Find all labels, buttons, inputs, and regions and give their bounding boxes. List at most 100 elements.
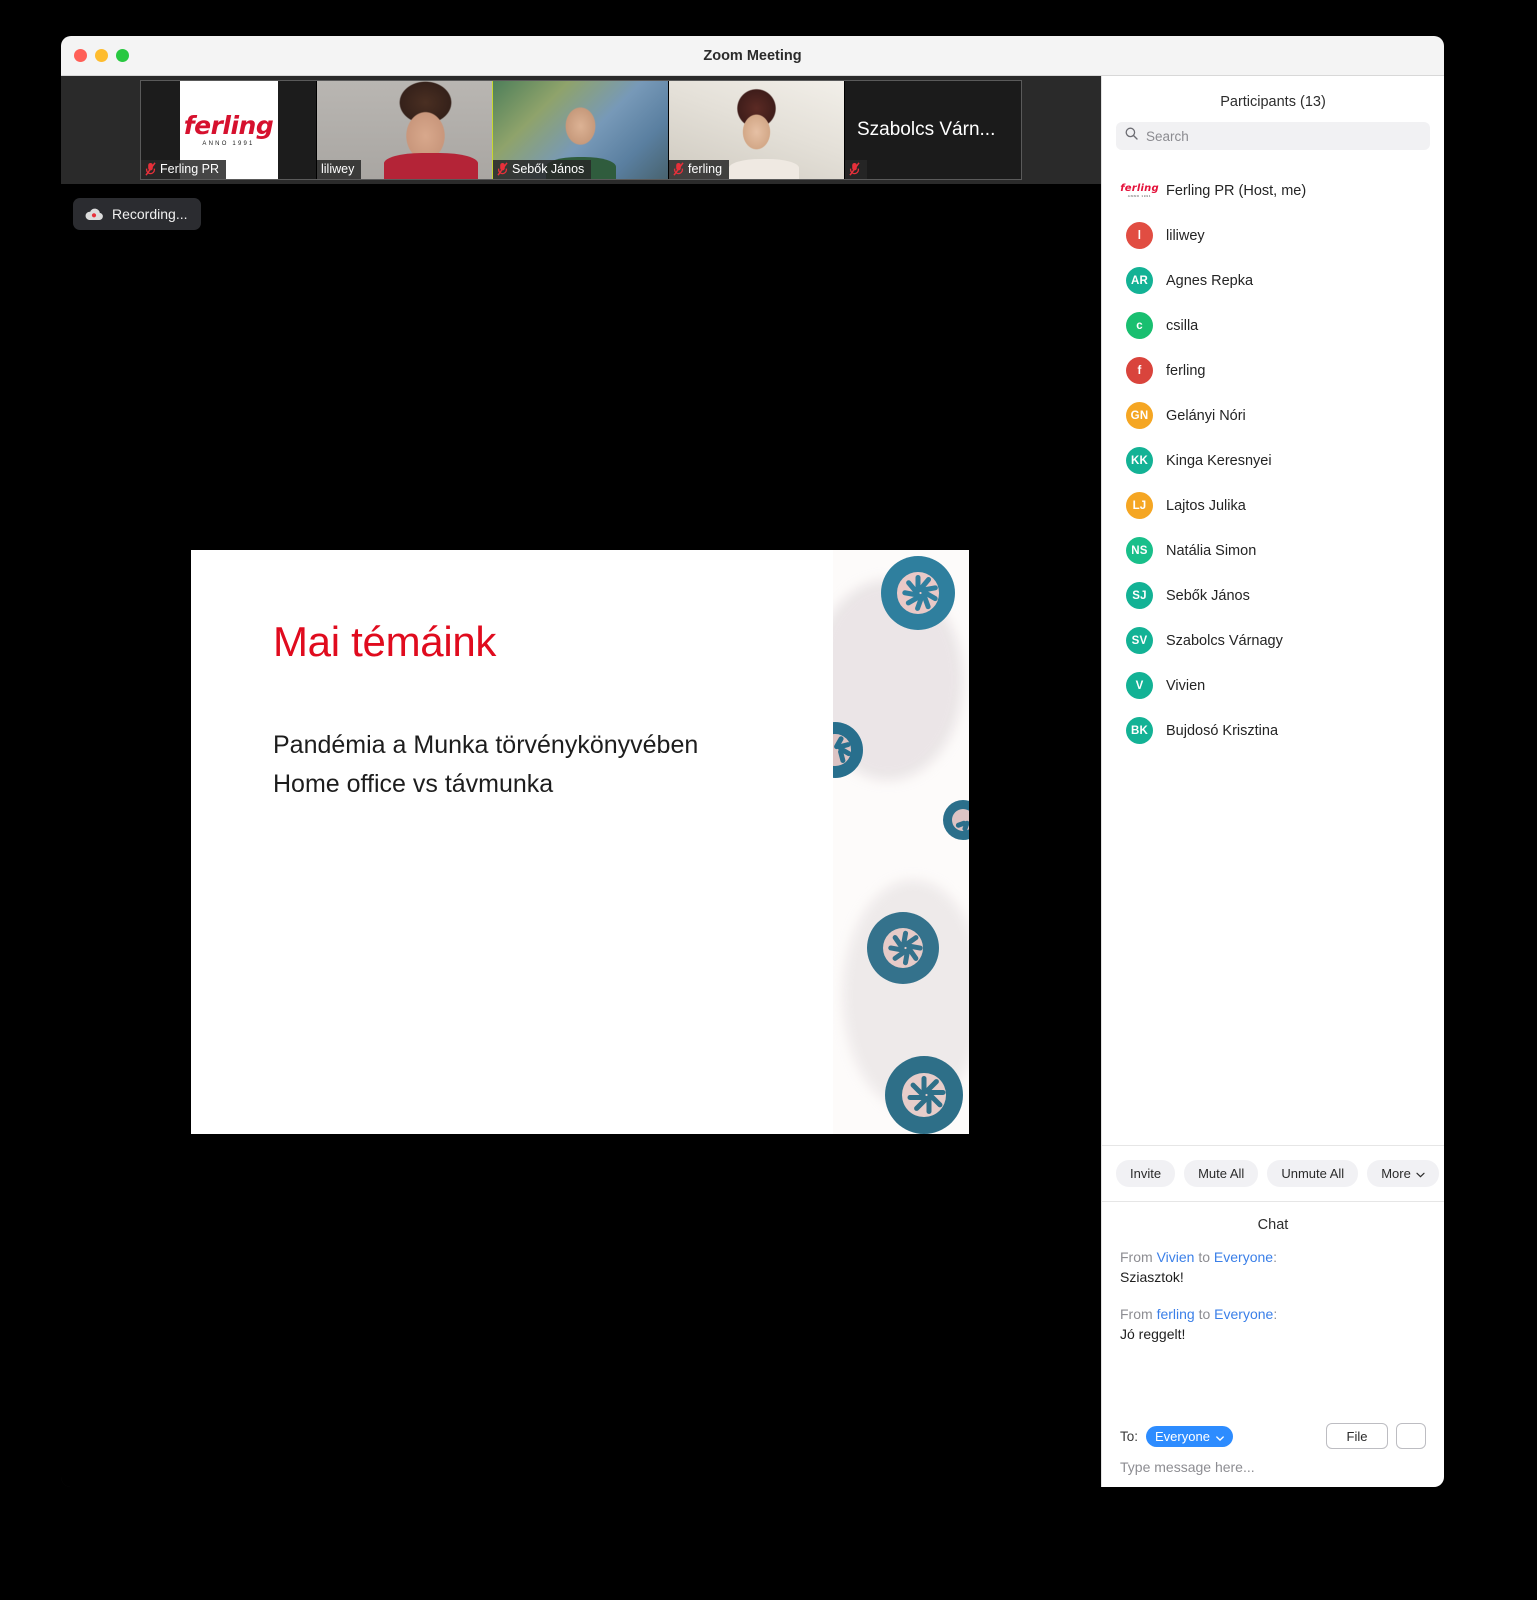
- chat-from-prefix: From: [1120, 1249, 1157, 1265]
- participant-name: Natália Simon: [1166, 542, 1257, 559]
- chat-recipient-value: Everyone: [1155, 1428, 1210, 1444]
- video-tile-sebok-janos[interactable]: Sebők János: [493, 81, 669, 179]
- more-button-label: More: [1381, 1166, 1411, 1181]
- participant-name: Agnes Repka: [1166, 272, 1254, 289]
- tile-label-sebok-janos: Sebők János: [493, 160, 592, 179]
- ferling-logo-wordmark: ferling: [1120, 182, 1159, 194]
- avatar: LJ: [1126, 492, 1153, 519]
- slide-line: Home office vs távmunka: [273, 769, 554, 798]
- participants-actions-bar: Invite Mute All Unmute All More: [1102, 1145, 1444, 1201]
- chat-message-header: From Vivien to Everyone:: [1120, 1247, 1426, 1267]
- emoji-picker-button[interactable]: [1396, 1423, 1426, 1449]
- participant-name: Bujdosó Krisztina: [1166, 722, 1279, 739]
- ferling-logo-tagline: ANNO 1991: [1127, 193, 1152, 198]
- send-file-button[interactable]: File: [1326, 1423, 1388, 1449]
- participant-row-bujdoso-krisztina[interactable]: BK Bujdosó Krisztina: [1102, 708, 1444, 753]
- participant-name: Szabolcs Várnagy: [1166, 632, 1283, 649]
- chat-message-header: From ferling to Everyone:: [1120, 1304, 1426, 1324]
- tile-label-ferling: ferling: [669, 160, 730, 179]
- tile-label-szabolcs-varnagy: [845, 160, 867, 179]
- participant-name: ferling: [1166, 362, 1206, 379]
- avatar: ferling ANNO 1991: [1120, 177, 1158, 204]
- participant-name: Vivien: [1166, 677, 1206, 694]
- participant-row-sebok-janos[interactable]: SJ Sebők János: [1102, 573, 1444, 618]
- participant-name: Sebők János: [1166, 587, 1250, 604]
- minimize-window-button[interactable]: [95, 49, 108, 62]
- chevron-down-icon: [1216, 1429, 1224, 1444]
- participant-name: csilla: [1166, 317, 1199, 334]
- participant-row-ferling[interactable]: f ferling: [1102, 348, 1444, 393]
- avatar: AR: [1126, 267, 1153, 294]
- participant-name: liliwey: [1166, 227, 1205, 244]
- participant-row-csilla[interactable]: c csilla: [1102, 303, 1444, 348]
- avatar: BK: [1126, 717, 1153, 744]
- chat-message-body: Jó reggelt!: [1120, 1325, 1186, 1342]
- tile-label-liliwey: liliwey: [317, 160, 362, 179]
- video-tile-ferling-pr[interactable]: ferling ANNO 1991 Ferling PR: [141, 81, 317, 179]
- avatar: KK: [1126, 447, 1153, 474]
- avatar: SV: [1126, 627, 1153, 654]
- chat-message-input[interactable]: [1120, 1453, 1426, 1475]
- video-tile-liliwey[interactable]: liliwey: [317, 81, 493, 179]
- chat-recipient-selector[interactable]: Everyone: [1146, 1425, 1233, 1447]
- avatar: c: [1126, 312, 1153, 339]
- chat-sender[interactable]: ferling: [1157, 1306, 1195, 1322]
- participant-row-natalia-simon[interactable]: NS Natália Simon: [1102, 528, 1444, 573]
- recording-label: Recording...: [112, 206, 188, 222]
- avatar: l: [1126, 222, 1153, 249]
- video-tile-ferling[interactable]: ferling: [669, 81, 845, 179]
- tile-name-text: Sebők János: [512, 162, 585, 176]
- window-titlebar: Zoom Meeting: [61, 36, 1444, 76]
- mic-muted-icon: [497, 162, 508, 176]
- close-window-button[interactable]: [74, 49, 87, 62]
- search-input[interactable]: [1146, 128, 1421, 144]
- window-body: ferling ANNO 1991 Ferling PR liliwey Seb…: [61, 76, 1444, 1487]
- more-button[interactable]: More: [1367, 1160, 1439, 1187]
- participant-row-lajtos-julika[interactable]: LJ Lajtos Julika: [1102, 483, 1444, 528]
- participant-row-ferling-pr[interactable]: ferling ANNO 1991 Ferling PR (Host, me): [1102, 168, 1444, 213]
- chat-colon: :: [1273, 1305, 1278, 1322]
- chat-message: From Vivien to Everyone: Sziasztok!: [1120, 1247, 1426, 1288]
- avatar: NS: [1126, 537, 1153, 564]
- chevron-down-icon: [1416, 1166, 1425, 1181]
- mic-muted-icon: [849, 162, 860, 176]
- filmstrip-tiles: ferling ANNO 1991 Ferling PR liliwey Seb…: [140, 80, 1022, 180]
- chat-compose-toolbar: To: Everyone File: [1120, 1419, 1426, 1453]
- chat-message-list: From Vivien to Everyone: Sziasztok! From…: [1102, 1247, 1444, 1419]
- tile-label-ferling-pr: Ferling PR: [141, 160, 227, 179]
- chat-to-label: To:: [1120, 1428, 1139, 1444]
- chat-recipient[interactable]: Everyone: [1214, 1306, 1273, 1322]
- slide-line: Pandémia a Munka törvénykönyvében: [273, 731, 699, 759]
- participants-search-wrap: [1102, 122, 1444, 160]
- mute-all-button[interactable]: Mute All: [1184, 1160, 1259, 1187]
- chat-sender[interactable]: Vivien: [1157, 1249, 1195, 1265]
- chat-compose-area: To: Everyone File: [1102, 1419, 1444, 1487]
- maximize-window-button[interactable]: [116, 49, 129, 62]
- slide-bullet-list: Pandémia a Munka törvénykönyvében Home o…: [273, 726, 833, 804]
- meeting-stage: ferling ANNO 1991 Ferling PR liliwey Seb…: [61, 76, 1101, 1487]
- chat-recipient[interactable]: Everyone: [1214, 1249, 1273, 1265]
- participant-row-agnes-repka[interactable]: AR Agnes Repka: [1102, 258, 1444, 303]
- participant-row-szabolcs-varnagy[interactable]: SV Szabolcs Várnagy: [1102, 618, 1444, 663]
- tile-name-text: ferling: [688, 162, 723, 176]
- invite-button[interactable]: Invite: [1116, 1160, 1176, 1187]
- participant-row-kinga-keresnyei[interactable]: KK Kinga Keresnyei: [1102, 438, 1444, 483]
- ferling-logo-tagline: ANNO 1991: [202, 141, 255, 147]
- traffic-lights: [74, 49, 129, 62]
- search-box[interactable]: [1116, 122, 1430, 150]
- participant-row-liliwey[interactable]: l liliwey: [1102, 213, 1444, 258]
- slide-title: Mai témáink: [273, 618, 497, 665]
- chat-to-connector: to: [1194, 1305, 1215, 1322]
- mic-muted-icon: [673, 162, 684, 176]
- participant-row-gelanyi-nori[interactable]: GN Gelányi Nóri: [1102, 393, 1444, 438]
- participant-name: Kinga Keresnyei: [1166, 452, 1272, 469]
- participant-row-vivien[interactable]: V Vivien: [1102, 663, 1444, 708]
- chat-from-prefix: From: [1120, 1305, 1157, 1322]
- recording-indicator[interactable]: Recording...: [73, 198, 202, 230]
- chat-section: Chat From Vivien to Everyone: Sziasztok!…: [1102, 1201, 1444, 1487]
- video-tile-szabolcs-varnagy[interactable]: Szabolcs Várn...: [845, 81, 1021, 179]
- unmute-all-button[interactable]: Unmute All: [1267, 1160, 1359, 1187]
- mic-muted-icon: [145, 162, 156, 176]
- side-panel: Participants (13) ferling ANNO 1991 Ferl…: [1101, 76, 1444, 1487]
- tile-name-text: liliwey: [321, 162, 355, 176]
